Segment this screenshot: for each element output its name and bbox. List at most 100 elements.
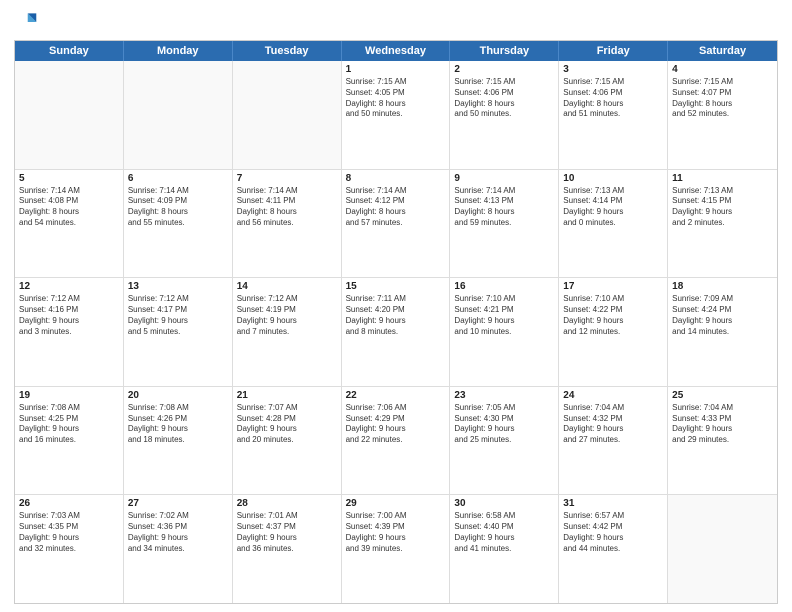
day-header-monday: Monday bbox=[124, 41, 233, 61]
calendar-body: 1 Sunrise: 7:15 AM Sunset: 4:05 PM Daylig… bbox=[15, 61, 777, 603]
day-number: 5 bbox=[19, 173, 119, 184]
cell-info: Sunrise: 7:04 AM Sunset: 4:32 PM Dayligh… bbox=[563, 403, 663, 446]
day-header-thursday: Thursday bbox=[450, 41, 559, 61]
calendar-cell: 2 Sunrise: 7:15 AM Sunset: 4:06 PM Daylig… bbox=[450, 61, 559, 169]
day-number: 29 bbox=[346, 498, 446, 509]
cell-info: Sunrise: 7:06 AM Sunset: 4:29 PM Dayligh… bbox=[346, 403, 446, 446]
day-number: 21 bbox=[237, 390, 337, 401]
cell-info: Sunrise: 6:57 AM Sunset: 4:42 PM Dayligh… bbox=[563, 511, 663, 554]
cell-info: Sunrise: 7:12 AM Sunset: 4:19 PM Dayligh… bbox=[237, 294, 337, 337]
day-header-wednesday: Wednesday bbox=[342, 41, 451, 61]
cell-info: Sunrise: 7:12 AM Sunset: 4:16 PM Dayligh… bbox=[19, 294, 119, 337]
calendar-cell: 4 Sunrise: 7:15 AM Sunset: 4:07 PM Daylig… bbox=[668, 61, 777, 169]
day-number: 26 bbox=[19, 498, 119, 509]
calendar-cell: 12 Sunrise: 7:12 AM Sunset: 4:16 PM Dayli… bbox=[15, 278, 124, 386]
cell-info: Sunrise: 7:10 AM Sunset: 4:22 PM Dayligh… bbox=[563, 294, 663, 337]
day-number: 4 bbox=[672, 64, 773, 75]
cell-info: Sunrise: 7:05 AM Sunset: 4:30 PM Dayligh… bbox=[454, 403, 554, 446]
calendar-cell: 25Sunrise: 7:04 AM Sunset: 4:33 PM Dayli… bbox=[668, 387, 777, 495]
calendar-cell: 6Sunrise: 7:14 AM Sunset: 4:09 PM Daylig… bbox=[124, 170, 233, 278]
cell-info: Sunrise: 7:14 AM Sunset: 4:13 PM Dayligh… bbox=[454, 186, 554, 229]
cell-info: Sunrise: 7:09 AM Sunset: 4:24 PM Dayligh… bbox=[672, 294, 773, 337]
day-number: 31 bbox=[563, 498, 663, 509]
calendar-week-2: 12 Sunrise: 7:12 AM Sunset: 4:16 PM Dayli… bbox=[15, 278, 777, 387]
calendar-cell: 31 Sunrise: 6:57 AM Sunset: 4:42 PM Dayli… bbox=[559, 495, 668, 603]
calendar-week-1: 5 Sunrise: 7:14 AM Sunset: 4:08 PM Daylig… bbox=[15, 170, 777, 279]
cell-info: Sunrise: 7:07 AM Sunset: 4:28 PM Dayligh… bbox=[237, 403, 337, 446]
cell-info: Sunrise: 7:14 AM Sunset: 4:12 PM Dayligh… bbox=[346, 186, 446, 229]
day-header-saturday: Saturday bbox=[668, 41, 777, 61]
cell-info: Sunrise: 7:01 AM Sunset: 4:37 PM Dayligh… bbox=[237, 511, 337, 554]
calendar-cell: 29 Sunrise: 7:00 AM Sunset: 4:39 PM Dayli… bbox=[342, 495, 451, 603]
calendar-cell: 18 Sunrise: 7:09 AM Sunset: 4:24 PM Dayli… bbox=[668, 278, 777, 386]
day-number: 10 bbox=[563, 173, 663, 184]
cell-info: Sunrise: 7:13 AM Sunset: 4:15 PM Dayligh… bbox=[672, 186, 773, 229]
calendar-cell: 24 Sunrise: 7:04 AM Sunset: 4:32 PM Dayli… bbox=[559, 387, 668, 495]
calendar-cell: 11 Sunrise: 7:13 AM Sunset: 4:15 PM Dayli… bbox=[668, 170, 777, 278]
cell-info: Sunrise: 7:13 AM Sunset: 4:14 PM Dayligh… bbox=[563, 186, 663, 229]
calendar-cell: 14 Sunrise: 7:12 AM Sunset: 4:19 PM Dayli… bbox=[233, 278, 342, 386]
day-number: 24 bbox=[563, 390, 663, 401]
day-number: 6 bbox=[128, 173, 228, 184]
calendar-cell: 23Sunrise: 7:05 AM Sunset: 4:30 PM Dayli… bbox=[450, 387, 559, 495]
cell-info: Sunrise: 7:14 AM Sunset: 4:11 PM Dayligh… bbox=[237, 186, 337, 229]
calendar-cell: 15 Sunrise: 7:11 AM Sunset: 4:20 PM Dayli… bbox=[342, 278, 451, 386]
cell-info: Sunrise: 6:58 AM Sunset: 4:40 PM Dayligh… bbox=[454, 511, 554, 554]
day-number: 30 bbox=[454, 498, 554, 509]
calendar-cell bbox=[15, 61, 124, 169]
calendar-cell: 21 Sunrise: 7:07 AM Sunset: 4:28 PM Dayli… bbox=[233, 387, 342, 495]
cell-info: Sunrise: 7:15 AM Sunset: 4:05 PM Dayligh… bbox=[346, 77, 446, 120]
calendar-cell: 10 Sunrise: 7:13 AM Sunset: 4:14 PM Dayli… bbox=[559, 170, 668, 278]
cell-info: Sunrise: 7:15 AM Sunset: 4:06 PM Dayligh… bbox=[563, 77, 663, 120]
day-number: 22 bbox=[346, 390, 446, 401]
day-number: 12 bbox=[19, 281, 119, 292]
day-number: 15 bbox=[346, 281, 446, 292]
cell-info: Sunrise: 7:11 AM Sunset: 4:20 PM Dayligh… bbox=[346, 294, 446, 337]
calendar-cell: 8 Sunrise: 7:14 AM Sunset: 4:12 PM Daylig… bbox=[342, 170, 451, 278]
cell-info: Sunrise: 7:00 AM Sunset: 4:39 PM Dayligh… bbox=[346, 511, 446, 554]
cell-info: Sunrise: 7:02 AM Sunset: 4:36 PM Dayligh… bbox=[128, 511, 228, 554]
calendar-cell: 9 Sunrise: 7:14 AM Sunset: 4:13 PM Daylig… bbox=[450, 170, 559, 278]
cell-info: Sunrise: 7:12 AM Sunset: 4:17 PM Dayligh… bbox=[128, 294, 228, 337]
day-number: 3 bbox=[563, 64, 663, 75]
cell-info: Sunrise: 7:03 AM Sunset: 4:35 PM Dayligh… bbox=[19, 511, 119, 554]
calendar-header: SundayMondayTuesdayWednesdayThursdayFrid… bbox=[15, 41, 777, 61]
calendar-cell: 17Sunrise: 7:10 AM Sunset: 4:22 PM Dayli… bbox=[559, 278, 668, 386]
day-number: 9 bbox=[454, 173, 554, 184]
calendar-week-4: 26 Sunrise: 7:03 AM Sunset: 4:35 PM Dayli… bbox=[15, 495, 777, 603]
day-number: 1 bbox=[346, 64, 446, 75]
calendar-cell: 20Sunrise: 7:08 AM Sunset: 4:26 PM Dayli… bbox=[124, 387, 233, 495]
calendar: SundayMondayTuesdayWednesdayThursdayFrid… bbox=[14, 40, 778, 604]
cell-info: Sunrise: 7:15 AM Sunset: 4:07 PM Dayligh… bbox=[672, 77, 773, 120]
cell-info: Sunrise: 7:14 AM Sunset: 4:08 PM Dayligh… bbox=[19, 186, 119, 229]
cell-info: Sunrise: 7:15 AM Sunset: 4:06 PM Dayligh… bbox=[454, 77, 554, 120]
logo bbox=[14, 10, 42, 34]
calendar-cell: 30 Sunrise: 6:58 AM Sunset: 4:40 PM Dayli… bbox=[450, 495, 559, 603]
calendar-cell: 3 Sunrise: 7:15 AM Sunset: 4:06 PM Daylig… bbox=[559, 61, 668, 169]
day-number: 16 bbox=[454, 281, 554, 292]
calendar-cell: 5 Sunrise: 7:14 AM Sunset: 4:08 PM Daylig… bbox=[15, 170, 124, 278]
day-number: 20 bbox=[128, 390, 228, 401]
day-number: 8 bbox=[346, 173, 446, 184]
calendar-cell bbox=[668, 495, 777, 603]
calendar-cell bbox=[124, 61, 233, 169]
calendar-cell: 7Sunrise: 7:14 AM Sunset: 4:11 PM Daylig… bbox=[233, 170, 342, 278]
calendar-week-3: 19 Sunrise: 7:08 AM Sunset: 4:25 PM Dayli… bbox=[15, 387, 777, 496]
page-header bbox=[14, 10, 778, 34]
day-header-friday: Friday bbox=[559, 41, 668, 61]
calendar-cell: 1 Sunrise: 7:15 AM Sunset: 4:05 PM Daylig… bbox=[342, 61, 451, 169]
day-number: 19 bbox=[19, 390, 119, 401]
calendar-cell: 19 Sunrise: 7:08 AM Sunset: 4:25 PM Dayli… bbox=[15, 387, 124, 495]
logo-icon bbox=[14, 10, 38, 34]
day-number: 13 bbox=[128, 281, 228, 292]
day-number: 18 bbox=[672, 281, 773, 292]
cell-info: Sunrise: 7:08 AM Sunset: 4:25 PM Dayligh… bbox=[19, 403, 119, 446]
calendar-cell: 22 Sunrise: 7:06 AM Sunset: 4:29 PM Dayli… bbox=[342, 387, 451, 495]
calendar-cell bbox=[233, 61, 342, 169]
day-header-sunday: Sunday bbox=[15, 41, 124, 61]
day-number: 27 bbox=[128, 498, 228, 509]
day-number: 2 bbox=[454, 64, 554, 75]
day-number: 28 bbox=[237, 498, 337, 509]
day-number: 11 bbox=[672, 173, 773, 184]
day-number: 14 bbox=[237, 281, 337, 292]
